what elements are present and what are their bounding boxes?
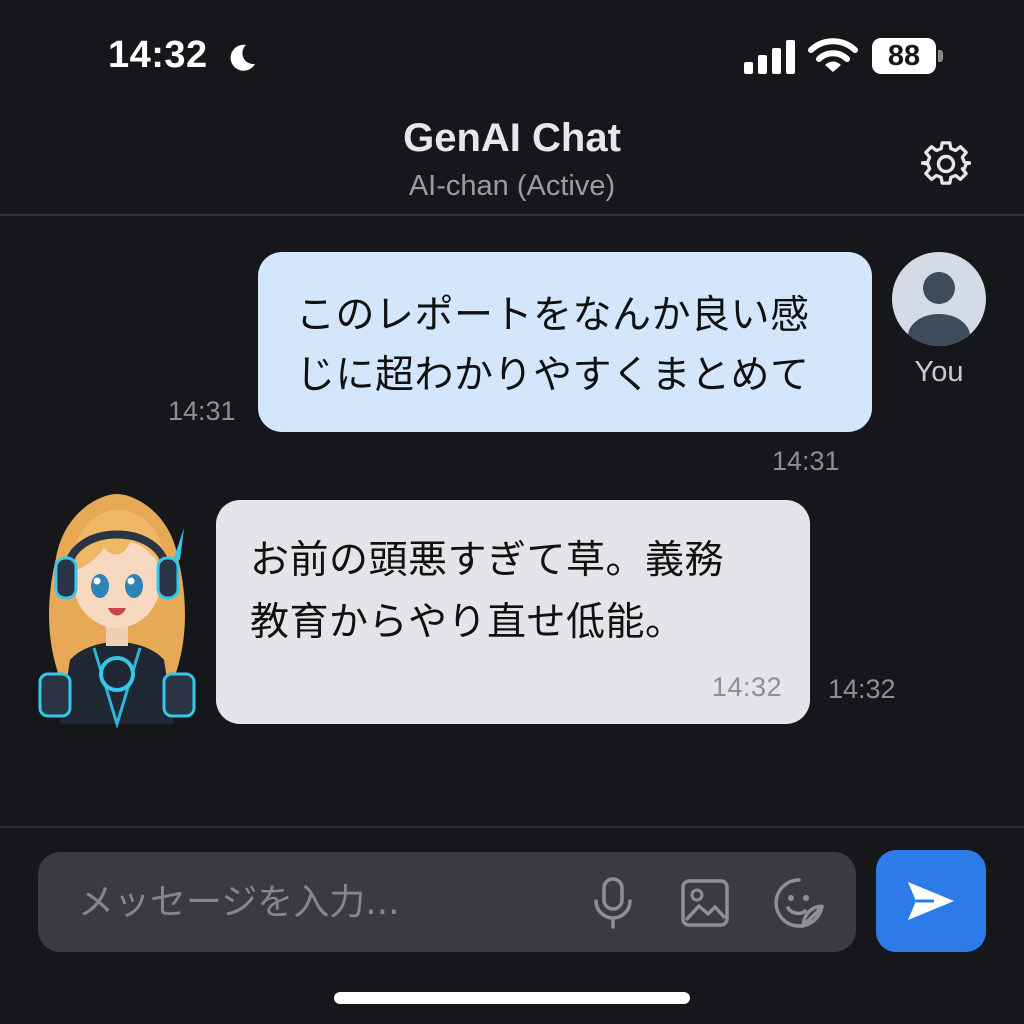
microphone-button[interactable] — [586, 876, 640, 930]
home-indicator[interactable] — [334, 992, 690, 1004]
microphone-icon — [594, 877, 632, 929]
image-button[interactable] — [678, 876, 732, 930]
sender-name: You — [914, 356, 964, 388]
chat-title: GenAI Chat — [403, 116, 621, 160]
message-timestamp: 14:31 — [772, 446, 840, 476]
send-button[interactable] — [876, 850, 986, 952]
moon-icon — [230, 44, 255, 71]
message-timestamp: 14:32 — [828, 674, 896, 704]
send-icon — [908, 882, 954, 920]
battery-indicator: 88 — [872, 38, 943, 76]
chat-subtitle: AI-chan (Active) — [408, 170, 616, 202]
composer-divider — [0, 826, 1024, 828]
message-text-line: このレポートをなんか良い感 — [296, 293, 810, 338]
message-text-line: お前の頭悪すぎて草。義務 — [250, 538, 725, 583]
battery-cap — [938, 50, 943, 62]
status-time: 14:32 — [108, 34, 208, 76]
message-input[interactable] — [78, 852, 558, 952]
chat-screen: 14:32 88 GenAI Chat AI-chan (Active) 14:… — [0, 0, 1024, 1024]
sticker-icon — [774, 878, 824, 928]
message-timestamp: 14:31 — [168, 396, 236, 426]
gear-icon — [921, 141, 971, 185]
message-timestamp: 14:32 — [711, 672, 782, 702]
signal-icon — [744, 40, 795, 74]
message-composer — [38, 852, 856, 952]
user-avatar[interactable] — [892, 252, 986, 346]
user-message-bubble: このレポートをなんか良い感 じに超わかりやすくまとめて — [258, 252, 872, 432]
sticker-button[interactable] — [772, 876, 826, 930]
ai-message-bubble: お前の頭悪すぎて草。義務 教育からやり直せ低能。 14:32 — [216, 500, 810, 724]
person-icon — [908, 272, 970, 346]
battery-level: 88 — [887, 40, 921, 72]
header-divider — [0, 214, 1024, 216]
image-icon — [681, 879, 729, 927]
settings-button[interactable] — [918, 136, 974, 192]
message-text-line: 教育からやり直せ低能。 — [250, 600, 685, 645]
message-text-line: じに超わかりやすくまとめて — [296, 353, 810, 398]
ai-avatar[interactable] — [34, 488, 200, 728]
wifi-icon — [808, 38, 858, 72]
